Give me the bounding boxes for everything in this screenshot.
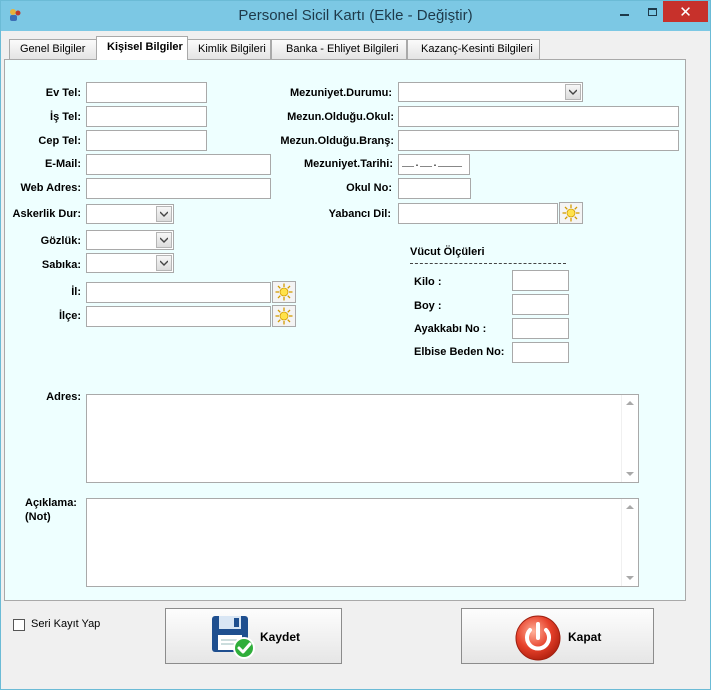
close-window-button[interactable]: ✕ [663,1,708,22]
email-input[interactable] [86,154,271,175]
floppy-disk-check-icon [212,616,255,659]
tab-label: Banka - Ehliyet Bilgileri [286,43,399,55]
ayakkabi-label: Ayakkabı No : [414,323,487,335]
seri-kayit-label: Seri Kayıt Yap [31,618,101,630]
chevron-down-icon[interactable] [156,206,172,222]
ilce-label: İlçe: [58,310,81,322]
scroll-down-icon[interactable] [626,472,634,476]
cep-tel-input[interactable] [86,130,207,151]
sun-icon [275,283,293,301]
close-button-label: Kapat [568,630,602,644]
ilce-input[interactable] [86,306,271,327]
mezuniyet-durumu-label: Mezuniyet.Durumu: [289,87,392,99]
tab-label: Kazanç-Kesinti Bilgileri [421,43,533,55]
scroll-down-icon[interactable] [626,576,634,580]
aciklama-label: Açıklama: [25,497,77,509]
il-label: İl: [71,286,81,298]
web-adres-label: Web Adres: [20,182,81,194]
power-icon [515,615,561,661]
gozluk-select[interactable] [86,230,174,250]
ev-tel-input[interactable] [86,82,207,103]
mezun-okul-input[interactable] [398,106,679,127]
sun-icon [562,204,580,222]
kilo-input[interactable] [512,270,569,291]
seri-kayit-checkbox[interactable] [13,619,25,631]
elbise-label: Elbise Beden No: [414,346,505,358]
vucut-olculeri-title: Vücut Ölçüleri [410,246,485,258]
is-tel-input[interactable] [86,106,207,127]
aciklama-textarea[interactable] [86,498,639,587]
okul-no-label: Okul No: [346,182,392,194]
il-input[interactable] [86,282,271,303]
mezuniyet-tarihi-input[interactable] [398,154,470,175]
maximize-button[interactable] [639,1,666,22]
mezun-brans-input[interactable] [398,130,679,151]
elbise-input[interactable] [512,342,569,363]
tab-kisisel-bilgiler[interactable]: Kişisel Bilgiler [96,36,188,60]
mezun-okul-label: Mezun.Olduğu.Okul: [287,111,394,123]
save-button-label: Kaydet [260,630,301,644]
app-icon [10,9,21,21]
adres-textarea[interactable] [86,394,639,483]
tab-kimlik-bilgileri[interactable]: Kimlik Bilgileri [187,39,271,59]
tab-genel-bilgiler[interactable]: Genel Bilgiler [9,39,100,59]
scrollbar[interactable] [621,395,638,482]
tab-kazanc-kesinti-bilgileri[interactable]: Kazanç-Kesinti Bilgileri [407,39,540,59]
separator-line [410,263,566,264]
ilce-lookup-button[interactable] [272,305,296,327]
chevron-down-icon[interactable] [156,255,172,271]
adres-label: Adres: [46,391,81,403]
tab-banka-ehliyet-bilgileri[interactable]: Banka - Ehliyet Bilgileri [271,39,407,59]
mezun-brans-label: Mezun.Olduğu.Branş: [280,135,394,147]
tab-label: Kimlik Bilgileri [198,43,266,55]
title-bar[interactable]: Personel Sicil Kartı (Ekle - Değiştir) ✕ [1,1,710,31]
scrollbar[interactable] [621,499,638,586]
yabanci-dil-lookup-button[interactable] [559,202,583,224]
email-label: E-Mail: [44,158,81,170]
sabika-select[interactable] [86,253,174,273]
ayakkabi-input[interactable] [512,318,569,339]
scroll-up-icon[interactable] [626,505,634,509]
il-lookup-button[interactable] [272,281,296,303]
tab-panel-kisisel: Ev Tel: İş Tel: Cep Tel: E-Mail: Web Adr… [4,59,686,601]
chevron-down-icon[interactable] [565,84,581,100]
window-title: Personel Sicil Kartı (Ekle - Değiştir) [238,7,473,24]
askerlik-select[interactable] [86,204,174,224]
boy-input[interactable] [512,294,569,315]
yabanci-dil-input[interactable] [398,203,558,224]
askerlik-label: Askerlik Dur: [12,208,81,220]
window: Personel Sicil Kartı (Ekle - Değiştir) ✕… [0,0,711,690]
ev-tel-label: Ev Tel: [45,87,81,99]
chevron-down-icon[interactable] [156,232,172,248]
sabika-label: Sabıka: [41,259,81,271]
boy-label: Boy : [414,300,442,312]
tab-label: Genel Bilgiler [20,43,86,55]
gozluk-label: Gözlük: [40,235,81,247]
okul-no-input[interactable] [398,178,471,199]
minimize-button[interactable] [611,1,638,22]
not-label: (Not) [25,511,51,523]
web-adres-input[interactable] [86,178,271,199]
close-button[interactable]: Kapat [461,608,654,664]
cep-tel-label: Cep Tel: [38,135,81,147]
mezuniyet-durumu-select[interactable] [398,82,583,102]
scroll-up-icon[interactable] [626,401,634,405]
is-tel-label: İş Tel: [50,111,81,123]
tab-label: Kişisel Bilgiler [107,41,183,53]
mezuniyet-tarihi-label: Mezuniyet.Tarihi: [303,158,393,170]
yabanci-dil-label: Yabancı Dil: [328,208,391,220]
minimize-icon [620,13,629,16]
kilo-label: Kilo : [414,276,442,288]
save-button[interactable]: Kaydet [165,608,342,664]
close-icon: ✕ [679,3,692,21]
maximize-icon [648,7,657,16]
sun-icon [275,307,293,325]
